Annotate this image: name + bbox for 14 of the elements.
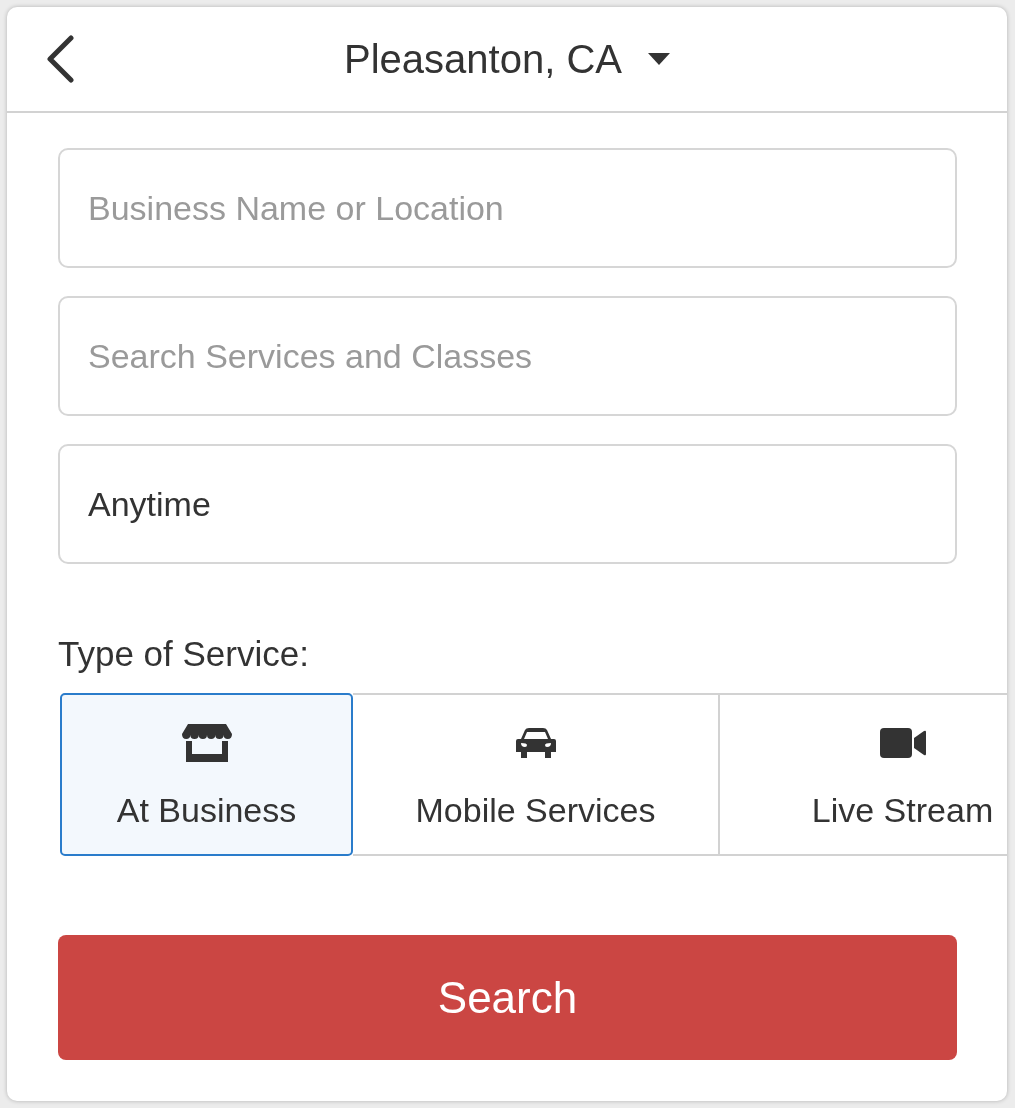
video-camera-icon <box>879 728 926 758</box>
service-type-option[interactable]: At Business <box>60 693 353 856</box>
search-field[interactable]: Search Services and Classes <box>58 296 957 416</box>
chevron-left-icon <box>45 35 75 83</box>
search-button[interactable]: Search <box>58 935 957 1060</box>
car-icon <box>515 728 556 758</box>
time-field[interactable]: Anytime <box>58 444 957 564</box>
service-type-option[interactable]: Live Stream <box>720 693 1007 856</box>
service-type-option[interactable]: Mobile Services <box>353 693 720 856</box>
caret-down-icon <box>647 53 670 65</box>
location-dropdown[interactable]: Pleasanton, CA <box>342 32 672 86</box>
storefront-icon <box>181 724 232 762</box>
service-type-label: Type of Service: <box>58 633 309 675</box>
search-field[interactable]: Business Name or Location <box>58 148 957 268</box>
